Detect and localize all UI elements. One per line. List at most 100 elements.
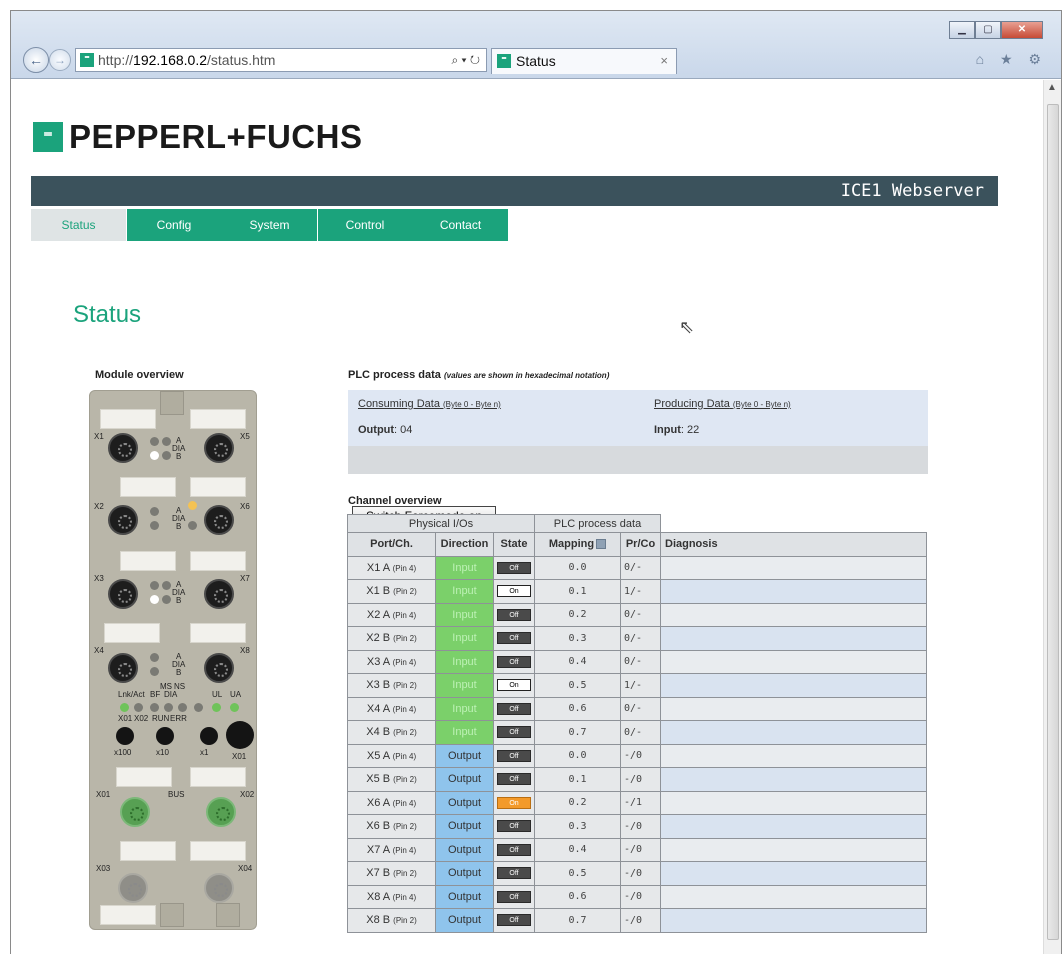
port-label-x2: X2 xyxy=(94,502,104,511)
cell-state: Off xyxy=(493,696,535,721)
cell-direction: Output xyxy=(435,814,494,839)
cell-state: Off xyxy=(493,837,535,862)
state-badge[interactable]: Off xyxy=(497,655,531,668)
m12-connector-x1 xyxy=(108,433,138,463)
maximize-button[interactable]: ▢ xyxy=(975,21,1001,39)
nav-tab-status[interactable]: Status xyxy=(31,209,126,241)
led xyxy=(212,703,221,712)
status-label-ua: UA xyxy=(230,690,242,699)
port-name: X1 A xyxy=(366,561,390,574)
address-tools[interactable]: ⌕ ▾ ↻ xyxy=(451,49,480,71)
table-row: X7 B (Pin 2) Output Off 0.5 -/0 xyxy=(347,861,927,886)
cell-prco: 0/- xyxy=(620,626,661,651)
port-pin: (Pin 4) xyxy=(392,563,417,573)
led-label-b: B xyxy=(176,596,182,605)
bus-label-x01: X01 xyxy=(96,790,111,799)
state-badge[interactable]: Off xyxy=(497,632,531,645)
table-row: X8 B (Pin 2) Output Off 0.7 -/0 xyxy=(347,908,927,933)
led xyxy=(162,595,171,604)
port-label-plate xyxy=(190,841,246,861)
address-bar[interactable]: ⁼ http://192.168.0.2/status.htm ⌕ ▾ ↻ xyxy=(75,48,487,72)
nav-tab-contact[interactable]: Contact xyxy=(413,209,508,241)
close-window-button[interactable]: ✕ xyxy=(1001,21,1043,39)
table-row: X5 A (Pin 4) Output Off 0.0 -/0 xyxy=(347,743,927,768)
cell-prco: -/0 xyxy=(620,908,661,933)
bus-label-bus: BUS xyxy=(168,790,185,799)
cell-prco: -/0 xyxy=(620,743,661,768)
port-label-plate xyxy=(100,905,156,925)
producing-data-link[interactable]: Producing Data (Byte 0 - Byte n) xyxy=(654,398,791,410)
rotary-switch-x1 xyxy=(200,727,218,745)
state-badge[interactable]: Off xyxy=(497,726,531,739)
cell-port: X3 B (Pin 2) xyxy=(347,673,436,698)
producing-data-range: (Byte 0 - Byte n) xyxy=(732,400,791,409)
port-pin: (Pin 2) xyxy=(393,869,417,879)
state-badge[interactable]: Off xyxy=(497,608,531,621)
tab-close-icon[interactable]: × xyxy=(660,49,668,73)
port-label-plate xyxy=(100,409,156,429)
minimize-button[interactable]: ▁ xyxy=(949,21,975,39)
nav-tab-config[interactable]: Config xyxy=(126,209,222,241)
state-badge[interactable]: On xyxy=(497,679,531,692)
cell-direction: Output xyxy=(435,861,494,886)
browser-tab-status[interactable]: ⁼ Status × xyxy=(491,48,677,74)
forward-button[interactable]: → xyxy=(49,49,71,71)
state-badge[interactable]: Off xyxy=(497,914,531,927)
state-badge[interactable]: Off xyxy=(497,773,531,786)
state-badge[interactable]: On xyxy=(497,796,531,809)
cell-mapping: 0.3 xyxy=(534,814,621,839)
calculator-icon[interactable] xyxy=(596,539,607,550)
led xyxy=(188,501,197,510)
port-label-plate xyxy=(190,551,246,571)
cell-prco: -/0 xyxy=(620,861,661,886)
scroll-up-icon[interactable]: ▲ xyxy=(1047,82,1057,93)
cell-direction: Output xyxy=(435,790,494,815)
back-button[interactable]: ← xyxy=(23,47,49,73)
port-label-plate xyxy=(190,623,246,643)
channel-rows: X1 A (Pin 4) Input Off 0.0 0/- X1 B (Pin 2) In… xyxy=(347,555,927,933)
led-label-b: B xyxy=(176,452,182,461)
state-badge[interactable]: Off xyxy=(497,867,531,880)
status-label-dia: DIA xyxy=(164,690,178,699)
state-badge[interactable]: Off xyxy=(497,890,531,903)
brand-logo: ⁼ PEPPERL+FUCHS xyxy=(33,118,362,156)
ethernet-port-x02 xyxy=(206,797,236,827)
port-label-plate xyxy=(104,623,160,643)
consuming-data-link[interactable]: Consuming Data (Byte 0 - Byte n) xyxy=(358,398,501,410)
cell-diagnosis xyxy=(660,861,927,886)
led xyxy=(120,703,129,712)
browser-toolbar-icons[interactable]: ⌂ ★ ⚙ xyxy=(976,51,1047,68)
port-pin: (Pin 4) xyxy=(392,845,417,855)
port-name: X6 A xyxy=(366,796,390,809)
cell-prco: -/0 xyxy=(620,767,661,792)
port-pin: (Pin 4) xyxy=(392,610,417,620)
state-badge[interactable]: Off xyxy=(497,820,531,833)
table-row: X8 A (Pin 4) Output Off 0.6 -/0 xyxy=(347,884,927,909)
cell-direction: Input xyxy=(435,720,494,745)
cell-mapping: 0.6 xyxy=(534,696,621,721)
cell-port: X2 B (Pin 2) xyxy=(347,626,436,651)
scroll-thumb[interactable] xyxy=(1047,104,1059,940)
led xyxy=(150,581,159,590)
led xyxy=(162,451,171,460)
state-badge[interactable]: Off xyxy=(497,749,531,762)
cell-diagnosis xyxy=(660,884,927,909)
state-badge[interactable]: Off xyxy=(497,843,531,856)
state-badge[interactable]: Off xyxy=(497,561,531,574)
vertical-scrollbar[interactable]: ▲ xyxy=(1043,80,1061,954)
plc-button-row: Switch Forcemode on xyxy=(348,446,928,526)
cell-port: X7 A (Pin 4) xyxy=(347,837,436,862)
address-prefix: http:// xyxy=(98,52,134,68)
port-name: X7 B xyxy=(366,867,391,880)
cell-port: X2 A (Pin 4) xyxy=(347,602,436,627)
logo-mark-icon: ⁼ xyxy=(33,122,63,152)
nav-tab-system[interactable]: System xyxy=(222,209,317,241)
state-badge[interactable]: Off xyxy=(497,702,531,715)
port-name: X1 B xyxy=(366,585,391,598)
table-row: X7 A (Pin 4) Output Off 0.4 -/0 xyxy=(347,837,927,862)
group-header-empty xyxy=(661,515,927,533)
input-value: Input: 22 xyxy=(654,424,699,436)
status-label-bf: BF xyxy=(150,690,161,699)
state-badge[interactable]: On xyxy=(497,585,531,598)
nav-tab-control[interactable]: Control xyxy=(317,209,413,241)
